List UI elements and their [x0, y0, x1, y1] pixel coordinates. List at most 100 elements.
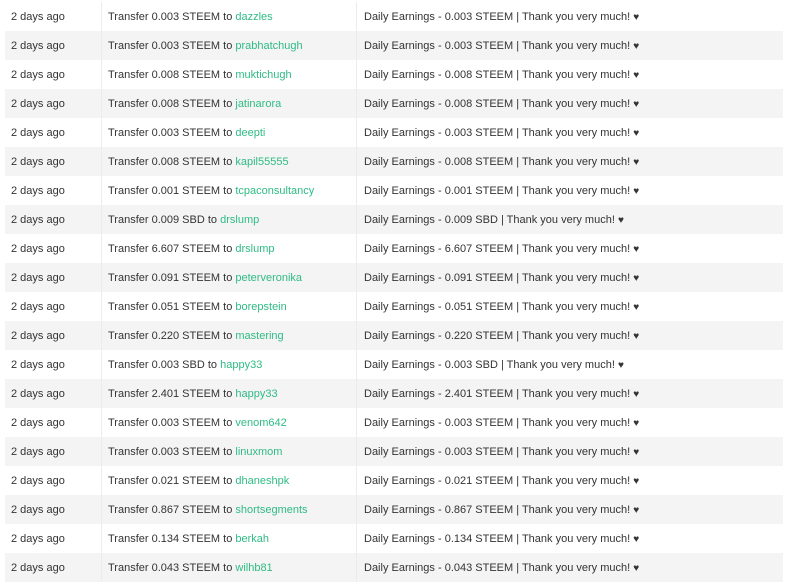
transfer-row: 2 days ago Transfer 0.220 STEEM to master…: [5, 321, 783, 350]
heart-icon: ♥: [633, 388, 640, 400]
transfer-time: 2 days ago: [5, 2, 102, 31]
transfer-operation: Transfer 0.867 STEEM to shortsegments: [101, 495, 357, 524]
recipient-user-link[interactable]: peterveronika: [235, 272, 302, 284]
heart-icon: ♥: [633, 185, 640, 197]
transfer-row: 2 days ago Transfer 0.003 STEEM to linuxm…: [5, 437, 783, 466]
transfer-time: 2 days ago: [5, 60, 102, 89]
transfer-operation: Transfer 0.009 SBD to drslump: [101, 205, 357, 234]
transfer-amount-text: Transfer 0.003 STEEM to: [108, 416, 233, 429]
transfer-row: 2 days ago Transfer 6.607 STEEM to drslum…: [5, 234, 783, 263]
transfer-row: 2 days ago Transfer 0.051 STEEM to boreps…: [5, 292, 783, 321]
recipient-user-link[interactable]: wilhb81: [235, 562, 272, 574]
recipient-user-link[interactable]: dhaneshpk: [235, 475, 289, 487]
recipient-user-link[interactable]: borepstein: [235, 301, 286, 313]
transfer-memo: Daily Earnings - 0.001 STEEM | Thank you…: [357, 176, 784, 205]
transfer-operation: Transfer 2.401 STEEM to happy33: [101, 379, 357, 408]
transfer-amount-text: Transfer 0.003 STEEM to: [108, 126, 233, 139]
recipient-user-link[interactable]: happy33: [235, 388, 277, 400]
transfer-amount-text: Transfer 0.003 STEEM to: [108, 39, 233, 52]
recipient-user-link[interactable]: venom642: [235, 417, 286, 429]
transfer-amount-text: Transfer 2.401 STEEM to: [108, 387, 233, 400]
transfer-amount-text: Transfer 0.003 STEEM to: [108, 445, 233, 458]
transfer-operation: Transfer 0.001 STEEM to tcpaconsultancy: [101, 176, 357, 205]
transfer-operation: Transfer 0.021 STEEM to dhaneshpk: [101, 466, 357, 495]
transfer-memo: Daily Earnings - 2.401 STEEM | Thank you…: [356, 379, 783, 408]
transfer-amount-text: Transfer 0.008 STEEM to: [108, 97, 233, 110]
heart-icon: ♥: [633, 40, 640, 52]
transfer-time: 2 days ago: [5, 176, 102, 205]
transfer-memo: Daily Earnings - 0.008 STEEM | Thank you…: [356, 89, 783, 118]
memo-text: Daily Earnings - 0.091 STEEM | Thank you…: [364, 271, 631, 284]
transfer-time: 2 days ago: [5, 292, 102, 321]
heart-icon: ♥: [633, 417, 640, 429]
transfer-row: 2 days ago Transfer 0.009 SBD to drslump D…: [5, 205, 783, 234]
heart-icon: ♥: [617, 359, 624, 371]
transfer-amount-text: Transfer 0.003 STEEM to: [108, 10, 233, 23]
recipient-user-link[interactable]: dazzles: [235, 11, 272, 23]
recipient-user-link[interactable]: tcpaconsultancy: [235, 185, 314, 197]
recipient-user-link[interactable]: muktichugh: [235, 69, 291, 81]
transfer-time: 2 days ago: [5, 263, 102, 292]
recipient-user-link[interactable]: shortsegments: [235, 504, 307, 516]
memo-text: Daily Earnings - 0.008 STEEM | Thank you…: [364, 155, 631, 168]
transfer-row: 2 days ago Transfer 0.003 SBD to happy33 D…: [5, 350, 783, 379]
transfer-operation: Transfer 0.043 STEEM to wilhb81: [101, 553, 357, 582]
transfer-time: 2 days ago: [5, 31, 102, 60]
heart-icon: ♥: [633, 69, 640, 81]
heart-icon: ♥: [633, 127, 640, 139]
transfer-time: 2 days ago: [5, 350, 102, 379]
memo-text: Daily Earnings - 0.003 SBD | Thank you v…: [364, 358, 615, 371]
recipient-user-link[interactable]: happy33: [220, 359, 262, 371]
transfer-memo: Daily Earnings - 0.008 STEEM | Thank you…: [356, 147, 783, 176]
recipient-user-link[interactable]: prabhatchugh: [235, 40, 302, 52]
recipient-user-link[interactable]: jatinarora: [235, 98, 281, 110]
heart-icon: ♥: [617, 214, 624, 226]
memo-text: Daily Earnings - 0.008 STEEM | Thank you…: [364, 68, 631, 81]
transfer-row: 2 days ago Transfer 0.008 STEEM to kapil5…: [5, 147, 783, 176]
transfer-amount-text: Transfer 0.091 STEEM to: [108, 271, 233, 284]
transfer-memo: Daily Earnings - 0.043 STEEM | Thank you…: [356, 553, 783, 582]
transfer-amount-text: Transfer 0.021 STEEM to: [108, 474, 233, 487]
transfer-time: 2 days ago: [5, 553, 102, 582]
memo-text: Daily Earnings - 0.134 STEEM | Thank you…: [364, 532, 631, 545]
transfer-row: 2 days ago Transfer 0.134 STEEM to berkah…: [5, 524, 783, 553]
recipient-user-link[interactable]: drslump: [220, 214, 259, 226]
recipient-user-link[interactable]: berkah: [235, 533, 269, 545]
transfer-time: 2 days ago: [5, 118, 102, 147]
transfer-memo: Daily Earnings - 0.008 STEEM | Thank you…: [357, 60, 784, 89]
memo-text: Daily Earnings - 0.001 STEEM | Thank you…: [364, 184, 631, 197]
transfer-memo: Daily Earnings - 0.009 SBD | Thank you v…: [356, 205, 783, 234]
transfer-memo: Daily Earnings - 0.003 STEEM | Thank you…: [356, 31, 783, 60]
transfer-memo: Daily Earnings - 6.607 STEEM | Thank you…: [357, 234, 784, 263]
memo-text: Daily Earnings - 0.009 SBD | Thank you v…: [364, 213, 615, 226]
memo-text: Daily Earnings - 6.607 STEEM | Thank you…: [364, 242, 631, 255]
transfer-row: 2 days ago Transfer 0.003 STEEM to dazzle…: [5, 2, 783, 31]
transfer-time: 2 days ago: [5, 524, 102, 553]
transfer-operation: Transfer 0.008 STEEM to muktichugh: [101, 60, 357, 89]
recipient-user-link[interactable]: drslump: [235, 243, 274, 255]
transfer-time: 2 days ago: [5, 466, 102, 495]
transfer-operation: Transfer 0.008 STEEM to jatinarora: [101, 89, 357, 118]
heart-icon: ♥: [633, 301, 640, 313]
recipient-user-link[interactable]: deepti: [235, 127, 265, 139]
transfer-row: 2 days ago Transfer 0.021 STEEM to dhanes…: [5, 466, 783, 495]
transfer-history-table: 2 days ago Transfer 0.003 STEEM to dazzle…: [5, 2, 783, 582]
memo-text: Daily Earnings - 0.003 STEEM | Thank you…: [364, 10, 631, 23]
transfer-operation: Transfer 0.008 STEEM to kapil55555: [101, 147, 357, 176]
memo-text: Daily Earnings - 0.003 STEEM | Thank you…: [364, 416, 631, 429]
recipient-user-link[interactable]: linuxmom: [235, 446, 282, 458]
transfer-row: 2 days ago Transfer 0.008 STEEM to muktic…: [5, 60, 783, 89]
recipient-user-link[interactable]: kapil55555: [235, 156, 288, 168]
transfer-amount-text: Transfer 0.008 STEEM to: [108, 155, 233, 168]
transfer-row: 2 days ago Transfer 0.003 STEEM to deepti…: [5, 118, 783, 147]
transfer-amount-text: Transfer 6.607 STEEM to: [108, 242, 233, 255]
heart-icon: ♥: [633, 156, 640, 168]
transfer-amount-text: Transfer 0.867 STEEM to: [108, 503, 233, 516]
transfer-operation: Transfer 0.091 STEEM to peterveronika: [101, 263, 357, 292]
transfer-time: 2 days ago: [5, 234, 102, 263]
transfer-operation: Transfer 0.003 STEEM to venom642: [101, 408, 357, 437]
transfer-memo: Daily Earnings - 0.003 STEEM | Thank you…: [357, 408, 784, 437]
memo-text: Daily Earnings - 0.867 STEEM | Thank you…: [364, 503, 631, 516]
memo-text: Daily Earnings - 0.051 STEEM | Thank you…: [364, 300, 631, 313]
recipient-user-link[interactable]: mastering: [235, 330, 283, 342]
